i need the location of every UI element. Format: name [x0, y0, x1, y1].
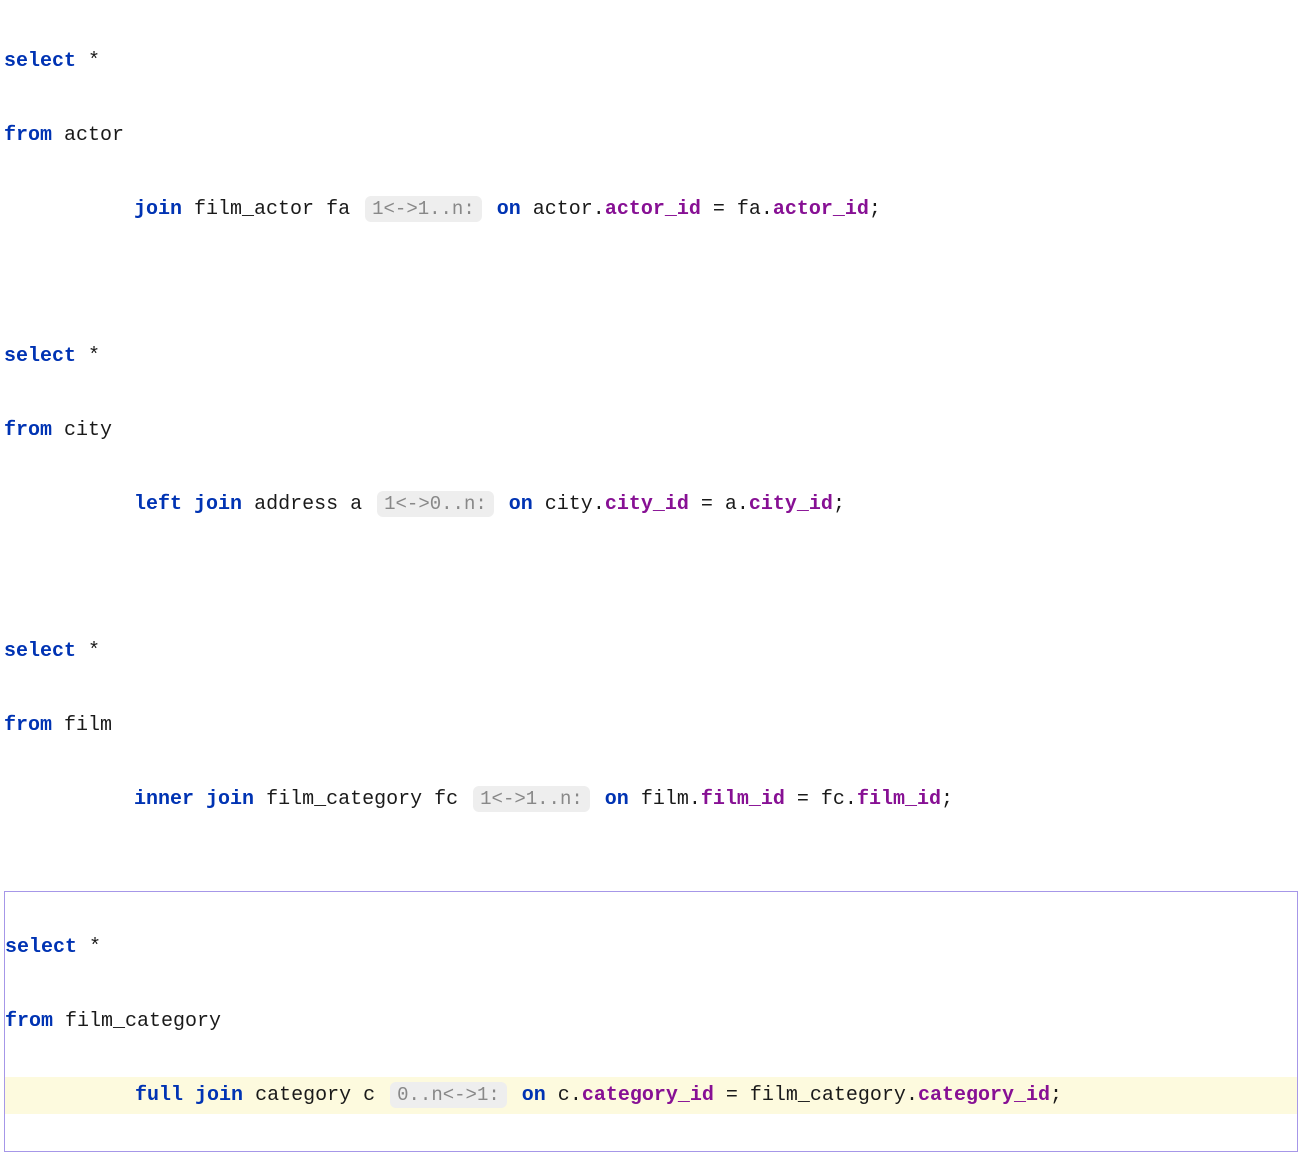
- column-name: city_id: [749, 493, 833, 516]
- table-name: address: [254, 493, 338, 516]
- semicolon: ;: [1050, 1084, 1062, 1107]
- column-name: category_id: [918, 1084, 1050, 1107]
- code-line: select *: [4, 633, 1298, 670]
- alias: fa: [326, 198, 350, 221]
- table-name: category: [255, 1084, 351, 1107]
- code-line: select *: [4, 43, 1298, 80]
- keyword-inner: inner: [134, 788, 194, 811]
- equals: =: [726, 1084, 738, 1107]
- table-name: film_category: [65, 1010, 221, 1033]
- keyword-on: on: [522, 1084, 546, 1107]
- keyword-select: select: [4, 345, 76, 368]
- code-line: from actor: [4, 117, 1298, 154]
- qualifier: c: [558, 1084, 570, 1107]
- dot: .: [906, 1084, 918, 1107]
- dot: .: [593, 198, 605, 221]
- keyword-join: join: [194, 493, 242, 516]
- code-line: join film_actor fa 1<->1..n: on actor.ac…: [4, 191, 1298, 228]
- qualifier: film: [641, 788, 689, 811]
- keyword-from: from: [5, 1010, 53, 1033]
- alias: c: [363, 1084, 375, 1107]
- column-name: actor_id: [605, 198, 701, 221]
- sql-block-4-selected[interactable]: select * from film_category full join ca…: [4, 891, 1298, 1152]
- qualifier: a: [725, 493, 737, 516]
- keyword-from: from: [4, 124, 52, 147]
- column-name: city_id: [605, 493, 689, 516]
- table-name: city: [64, 419, 112, 442]
- dot: .: [689, 788, 701, 811]
- qualifier: fa: [737, 198, 761, 221]
- keyword-join: join: [195, 1084, 243, 1107]
- star: *: [88, 345, 100, 368]
- keyword-from: from: [4, 714, 52, 737]
- keyword-join: join: [206, 788, 254, 811]
- sql-block-3: select * from film inner join film_categ…: [4, 596, 1298, 855]
- keyword-on: on: [605, 788, 629, 811]
- code-line: from film_category: [5, 1003, 1297, 1040]
- dot: .: [570, 1084, 582, 1107]
- cardinality-hint: 0..n<->1:: [390, 1082, 507, 1108]
- column-name: film_id: [701, 788, 785, 811]
- dot: .: [593, 493, 605, 516]
- sql-block-1: select * from actor join film_actor fa 1…: [4, 6, 1298, 265]
- cardinality-hint: 1<->1..n:: [365, 196, 482, 222]
- semicolon: ;: [941, 788, 953, 811]
- cardinality-hint: 1<->0..n:: [377, 491, 494, 517]
- alias: a: [350, 493, 362, 516]
- code-line: inner join film_category fc 1<->1..n: on…: [4, 781, 1298, 818]
- keyword-join: join: [134, 198, 182, 221]
- code-line: select *: [4, 338, 1298, 375]
- equals: =: [701, 493, 713, 516]
- code-line: from city: [4, 412, 1298, 449]
- code-line: left join address a 1<->0..n: on city.ci…: [4, 486, 1298, 523]
- keyword-full: full: [135, 1084, 183, 1107]
- semicolon: ;: [869, 198, 881, 221]
- equals: =: [797, 788, 809, 811]
- keyword-select: select: [4, 50, 76, 73]
- table-name: film_category: [266, 788, 422, 811]
- star: *: [89, 936, 101, 959]
- code-line-highlighted: full join category c 0..n<->1: on c.cate…: [5, 1077, 1297, 1114]
- keyword-select: select: [5, 936, 77, 959]
- column-name: category_id: [582, 1084, 714, 1107]
- qualifier: film_category: [750, 1084, 906, 1107]
- column-name: actor_id: [773, 198, 869, 221]
- table-name: actor: [64, 124, 124, 147]
- dot: .: [737, 493, 749, 516]
- code-line: from film: [4, 707, 1298, 744]
- keyword-on: on: [509, 493, 533, 516]
- alias: fc: [434, 788, 458, 811]
- keyword-on: on: [497, 198, 521, 221]
- cardinality-hint: 1<->1..n:: [473, 786, 590, 812]
- code-line: select *: [5, 929, 1297, 966]
- keyword-from: from: [4, 419, 52, 442]
- keyword-left: left: [134, 493, 182, 516]
- keyword-select: select: [4, 640, 76, 663]
- table-name: film: [64, 714, 112, 737]
- star: *: [88, 50, 100, 73]
- qualifier: city: [545, 493, 593, 516]
- qualifier: fc: [821, 788, 845, 811]
- semicolon: ;: [833, 493, 845, 516]
- equals: =: [713, 198, 725, 221]
- column-name: film_id: [857, 788, 941, 811]
- sql-block-2: select * from city left join address a 1…: [4, 301, 1298, 560]
- star: *: [88, 640, 100, 663]
- dot: .: [845, 788, 857, 811]
- qualifier: actor: [533, 198, 593, 221]
- table-name: film_actor: [194, 198, 314, 221]
- dot: .: [761, 198, 773, 221]
